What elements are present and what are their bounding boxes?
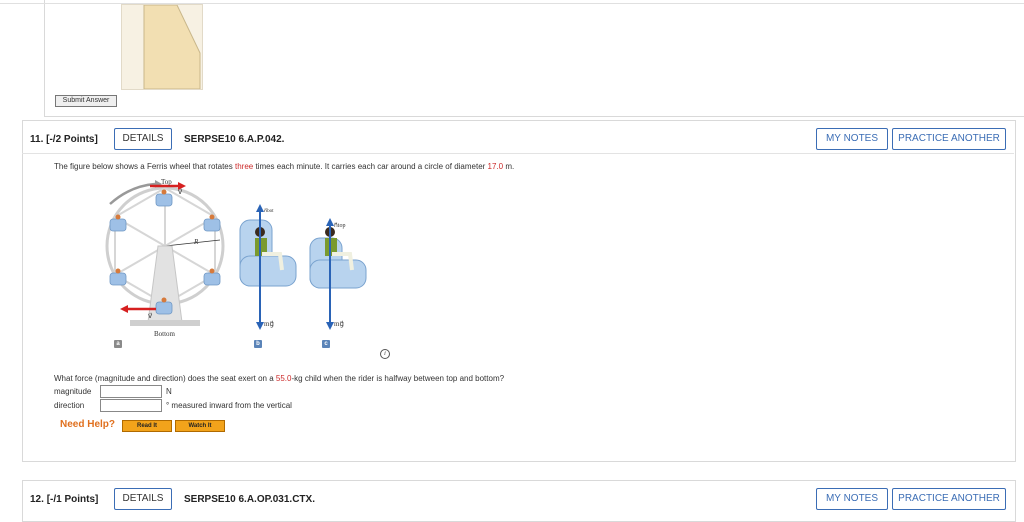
header-divider (22, 153, 1014, 154)
my-notes-button[interactable]: MY NOTES (816, 128, 888, 150)
watch-it-button[interactable]: Watch It (175, 420, 225, 432)
ferris-wheel-illustration (105, 180, 367, 330)
panel-b-diagram (239, 204, 297, 330)
tag-a: a (114, 340, 122, 348)
read-it-button[interactable]: Read It (122, 420, 172, 432)
info-icon[interactable]: i (380, 349, 390, 359)
bottom-velocity-label: v⃗ (148, 312, 153, 320)
top-velocity-label: v⃗ (178, 188, 183, 196)
magnitude-label: magnitude (54, 387, 92, 396)
question-12-points: 12. [-/1 Points] (30, 494, 98, 505)
details-button[interactable]: DETAILS (114, 488, 172, 510)
mg-label-b: mg⃗ (264, 320, 274, 328)
details-button[interactable]: DETAILS (114, 128, 172, 150)
tag-b: b (254, 340, 262, 348)
bottom-label: Bottom (154, 330, 176, 338)
mg-label-c: mg⃗ (334, 320, 344, 328)
rotation-value: three (234, 162, 254, 171)
practice-another-button[interactable]: PRACTICE ANOTHER (892, 488, 1006, 510)
rotation-arrow (109, 182, 156, 205)
panel-c-diagram (309, 218, 367, 330)
prev-figure-block (121, 4, 203, 90)
ramp-figure (143, 4, 201, 90)
statement-part: times each minute. It carries each car a… (253, 162, 488, 171)
n-bot-label: n⃗bot (264, 209, 274, 214)
question-code: SERPSE10 6.A.P.042. (184, 134, 285, 145)
question-points: [-/1 Points] (46, 494, 99, 505)
practice-another-button[interactable]: PRACTICE ANOTHER (892, 128, 1006, 150)
question-points: [-/2 Points] (46, 134, 98, 145)
need-help-label: Need Help? (60, 419, 116, 430)
radius-label: R (194, 238, 199, 246)
question-11-points: 11. [-/2 Points] (30, 134, 98, 145)
question-number: 12. (30, 494, 44, 505)
submit-answer-button[interactable]: Submit Answer (55, 95, 117, 107)
question-part: What force (magnitude and direction) doe… (54, 374, 276, 383)
problem-statement: The figure below shows a Ferris wheel th… (54, 162, 514, 171)
direction-input[interactable] (100, 399, 162, 412)
wheel-base (130, 320, 200, 326)
top-label: Top (161, 178, 172, 186)
prev-question-panel: Submit Answer (44, 0, 1024, 117)
question-number: 11. (30, 134, 44, 145)
statement-part: m. (503, 162, 515, 171)
magnitude-unit: N (166, 387, 172, 396)
ferris-wheel-figure: Top v⃗ R v⃗ Bottom n⃗bot n⃗top mg⃗ mg⃗ a… (100, 174, 400, 364)
question-part: -kg child when the rider is halfway betw… (291, 374, 505, 383)
top-divider (0, 3, 1024, 4)
direction-unit: ° measured inward from the vertical (166, 401, 292, 410)
magnitude-input[interactable] (100, 385, 162, 398)
question-text: What force (magnitude and direction) doe… (54, 374, 504, 383)
my-notes-button[interactable]: MY NOTES (816, 488, 888, 510)
diameter-value: 17.0 (487, 162, 504, 171)
question-code: SERPSE10 6.A.OP.031.CTX. (184, 494, 315, 505)
direction-label: direction (54, 401, 85, 410)
tag-c: c (322, 340, 330, 348)
statement-part: The figure below shows a Ferris wheel th… (54, 162, 235, 171)
mass-value: 55.0 (275, 374, 292, 383)
n-top-label: n⃗top (334, 223, 346, 229)
